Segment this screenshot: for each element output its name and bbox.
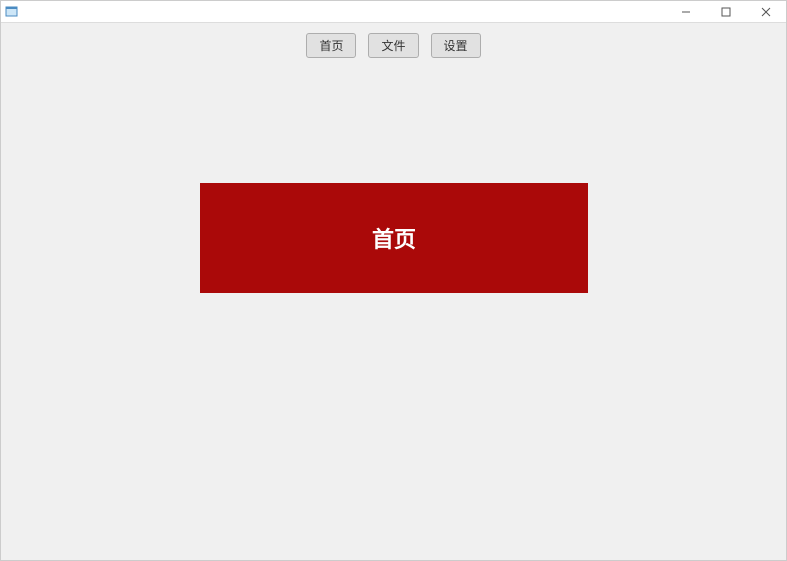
main-panel: 首页 — [200, 183, 588, 293]
close-button[interactable] — [746, 1, 786, 23]
file-button[interactable]: 文件 — [368, 33, 418, 58]
titlebar — [1, 1, 786, 23]
content-area: 首页 文件 设置 首页 — [1, 23, 786, 560]
maximize-button[interactable] — [706, 1, 746, 23]
window-controls — [666, 1, 786, 22]
panel-title: 首页 — [372, 222, 416, 254]
home-button[interactable]: 首页 — [306, 33, 356, 58]
app-icon — [5, 5, 19, 19]
minimize-button[interactable] — [666, 1, 706, 23]
toolbar: 首页 文件 设置 — [1, 33, 786, 58]
settings-button[interactable]: 设置 — [431, 33, 481, 58]
titlebar-left — [1, 5, 19, 19]
